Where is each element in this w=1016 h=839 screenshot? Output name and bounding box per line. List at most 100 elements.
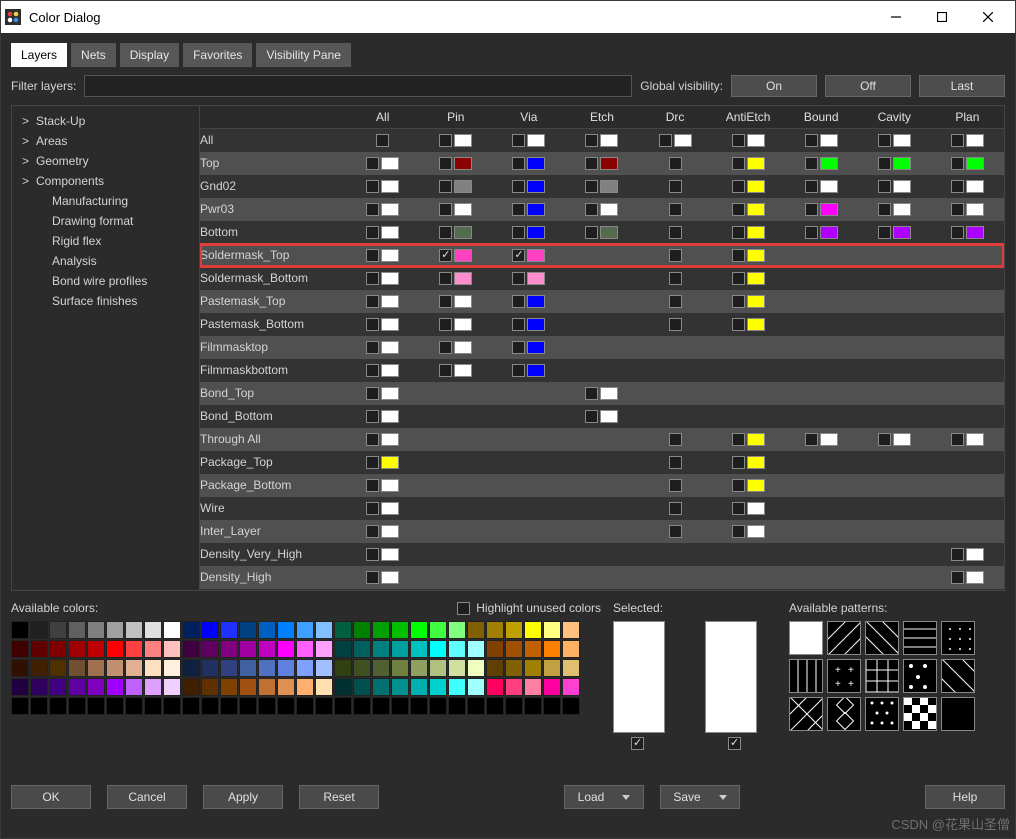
tree-drawing-format[interactable]: Drawing format	[16, 211, 195, 231]
palette-swatch[interactable]	[467, 659, 485, 677]
cell-swatch[interactable]	[454, 318, 472, 331]
cell-checkbox[interactable]	[805, 433, 818, 446]
cell-checkbox[interactable]	[512, 249, 525, 262]
cell-swatch[interactable]	[893, 433, 911, 446]
pattern-swatch[interactable]	[865, 659, 899, 693]
tree-stack-up[interactable]: >Stack-Up	[16, 111, 195, 131]
palette-swatch[interactable]	[106, 678, 124, 696]
palette-swatch[interactable]	[353, 621, 371, 639]
tab-display[interactable]: Display	[120, 43, 179, 67]
palette-swatch[interactable]	[372, 640, 390, 658]
close-button[interactable]	[965, 2, 1011, 32]
cell-swatch[interactable]	[381, 387, 399, 400]
palette-swatch[interactable]	[315, 659, 333, 677]
cell-swatch[interactable]	[966, 571, 984, 584]
palette-swatch[interactable]	[49, 640, 67, 658]
palette-swatch[interactable]	[372, 697, 390, 715]
tab-visibility-pane[interactable]: Visibility Pane	[256, 43, 350, 67]
palette-swatch[interactable]	[372, 659, 390, 677]
cell-checkbox[interactable]	[732, 295, 745, 308]
palette-swatch[interactable]	[144, 659, 162, 677]
palette-swatch[interactable]	[486, 640, 504, 658]
cell-swatch[interactable]	[820, 134, 838, 147]
palette-swatch[interactable]	[49, 697, 67, 715]
palette-swatch[interactable]	[543, 697, 561, 715]
palette-swatch[interactable]	[296, 678, 314, 696]
cell-swatch[interactable]	[966, 548, 984, 561]
cell-checkbox[interactable]	[951, 203, 964, 216]
cell-swatch[interactable]	[820, 180, 838, 193]
palette-swatch[interactable]	[391, 697, 409, 715]
palette-swatch[interactable]	[220, 697, 238, 715]
palette-swatch[interactable]	[296, 640, 314, 658]
palette-swatch[interactable]	[353, 640, 371, 658]
cell-checkbox[interactable]	[951, 548, 964, 561]
cell-swatch[interactable]	[381, 318, 399, 331]
palette-swatch[interactable]	[220, 659, 238, 677]
palette-swatch[interactable]	[562, 678, 580, 696]
cell-swatch[interactable]	[454, 226, 472, 239]
palette-swatch[interactable]	[353, 697, 371, 715]
cell-checkbox[interactable]	[366, 410, 379, 423]
palette-swatch[interactable]	[258, 640, 276, 658]
cell-checkbox[interactable]	[512, 157, 525, 170]
palette-swatch[interactable]	[201, 640, 219, 658]
palette-swatch[interactable]	[486, 678, 504, 696]
palette-swatch[interactable]	[68, 659, 86, 677]
cell-swatch[interactable]	[747, 456, 765, 469]
layer-grid-wrap[interactable]: AllPinViaEtchDrcAntiEtchBoundCavityPlan …	[200, 106, 1004, 590]
cell-checkbox[interactable]	[366, 249, 379, 262]
selected-checkbox-1[interactable]	[631, 737, 644, 750]
cell-checkbox[interactable]	[366, 272, 379, 285]
cell-checkbox[interactable]	[732, 456, 745, 469]
cell-checkbox[interactable]	[512, 295, 525, 308]
cell-checkbox[interactable]	[732, 318, 745, 331]
palette-swatch[interactable]	[239, 621, 257, 639]
palette-swatch[interactable]	[30, 621, 48, 639]
palette-swatch[interactable]	[87, 678, 105, 696]
cell-checkbox[interactable]	[512, 341, 525, 354]
palette-swatch[interactable]	[201, 659, 219, 677]
palette-swatch[interactable]	[125, 659, 143, 677]
save-button[interactable]: Save	[660, 785, 740, 809]
palette-swatch[interactable]	[163, 697, 181, 715]
cell-swatch[interactable]	[600, 134, 618, 147]
cell-checkbox[interactable]	[585, 157, 598, 170]
cell-checkbox[interactable]	[366, 479, 379, 492]
palette-swatch[interactable]	[410, 697, 428, 715]
palette-swatch[interactable]	[296, 659, 314, 677]
palette-swatch[interactable]	[448, 678, 466, 696]
palette-swatch[interactable]	[258, 621, 276, 639]
cell-checkbox[interactable]	[366, 203, 379, 216]
palette-swatch[interactable]	[543, 621, 561, 639]
cell-checkbox[interactable]	[585, 410, 598, 423]
cell-swatch[interactable]	[381, 571, 399, 584]
palette-swatch[interactable]	[505, 678, 523, 696]
cell-swatch[interactable]	[820, 157, 838, 170]
cell-swatch[interactable]	[966, 180, 984, 193]
pattern-swatch[interactable]	[941, 697, 975, 731]
cancel-button[interactable]: Cancel	[107, 785, 187, 809]
cell-checkbox[interactable]	[878, 203, 891, 216]
cell-swatch[interactable]	[820, 226, 838, 239]
palette-swatch[interactable]	[68, 697, 86, 715]
cell-swatch[interactable]	[893, 134, 911, 147]
cell-checkbox[interactable]	[732, 249, 745, 262]
palette-swatch[interactable]	[144, 640, 162, 658]
cell-swatch[interactable]	[381, 502, 399, 515]
palette-swatch[interactable]	[201, 697, 219, 715]
palette-swatch[interactable]	[277, 678, 295, 696]
palette-swatch[interactable]	[49, 659, 67, 677]
cell-checkbox[interactable]	[512, 180, 525, 193]
cell-checkbox[interactable]	[878, 433, 891, 446]
cell-checkbox[interactable]	[805, 134, 818, 147]
palette-swatch[interactable]	[315, 678, 333, 696]
palette-swatch[interactable]	[334, 640, 352, 658]
palette-swatch[interactable]	[182, 659, 200, 677]
cell-swatch[interactable]	[966, 134, 984, 147]
pattern-swatch[interactable]	[941, 659, 975, 693]
tree-geometry[interactable]: >Geometry	[16, 151, 195, 171]
palette-swatch[interactable]	[505, 640, 523, 658]
cell-swatch[interactable]	[381, 226, 399, 239]
palette-swatch[interactable]	[410, 621, 428, 639]
